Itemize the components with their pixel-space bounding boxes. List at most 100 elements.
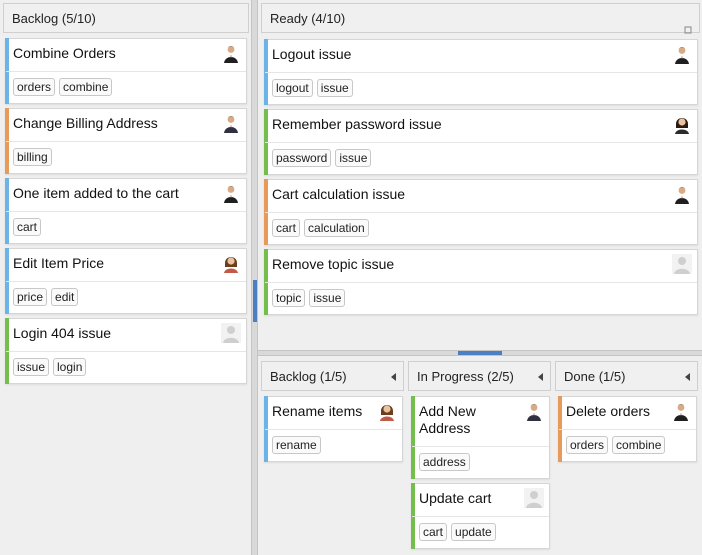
card-tags: cart calculation [272,219,369,237]
card-tags: orders combine [13,78,113,96]
tag[interactable]: issue [335,149,372,167]
card-divider [559,429,696,430]
card-tags: logout issue [272,79,353,97]
splitter-grip[interactable] [253,280,257,322]
card-title-line: Address [419,420,471,436]
splitter-grip[interactable] [458,351,502,355]
card-divider [265,72,697,73]
task-card[interactable]: Change Billing Address billing [5,108,247,174]
card-title: Add New Address [419,403,476,437]
swimlane-column-header[interactable]: In Progress (2/5) [408,361,551,391]
card-title: Rename items [272,403,363,419]
tag[interactable]: cart [13,218,42,236]
card-tags: price edit [13,288,79,306]
task-card[interactable]: Add New Address address [411,396,550,479]
card-divider [265,142,697,143]
tag[interactable]: rename [272,436,321,454]
assignee-avatar[interactable] [524,488,544,508]
task-card[interactable]: Update cart cart update [411,483,550,549]
collapse-left-icon[interactable] [685,373,690,381]
assignee-avatar[interactable] [672,44,692,64]
card-title: Remove topic issue [272,256,395,272]
tag[interactable]: logout [272,79,313,97]
ready-column-header[interactable]: Ready (4/10) [261,3,700,34]
collapse-left-icon[interactable] [391,373,396,381]
tag[interactable]: cart [419,523,448,541]
swimlane-column-header[interactable]: Done (1/5) [555,361,698,391]
assignee-avatar[interactable] [221,43,241,63]
swimlane-column-header[interactable]: Backlog (1/5) [261,361,404,391]
assignee-avatar[interactable] [377,401,397,421]
card-title: Logout issue [272,46,352,62]
task-card[interactable]: Login 404 issue issue login [5,318,247,384]
tag[interactable]: orders [13,78,56,96]
card-divider [6,351,246,352]
tag[interactable]: orders [566,436,609,454]
card-divider [265,429,402,430]
card-tags: password issue [272,149,372,167]
card-tags: address [419,453,470,471]
task-card[interactable]: Delete orders orders combine [558,396,697,462]
tag[interactable]: topic [272,289,306,307]
card-divider [6,71,246,72]
card-title: Edit Item Price [13,255,105,271]
tag[interactable]: address [419,453,470,471]
assignee-avatar[interactable] [524,401,544,421]
assignee-avatar[interactable] [221,253,241,273]
card-title: One item added to the cart [13,185,179,201]
collapse-icon[interactable] [684,15,692,34]
task-card[interactable]: Cart calculation issue cart calculation [264,179,698,245]
tag[interactable]: combine [59,78,113,96]
tag[interactable]: price [13,288,48,306]
card-tags: issue login [13,358,87,376]
card-title: Delete orders [566,403,651,419]
tag[interactable]: issue [316,79,353,97]
backlog-column-title: Backlog (5/10) [12,11,96,26]
assignee-avatar[interactable] [221,323,241,343]
tag[interactable]: calculation [304,219,369,237]
task-card[interactable]: Combine Orders orders combine [5,38,247,104]
card-tags: topic issue [272,289,346,307]
card-divider [265,212,697,213]
assignee-avatar[interactable] [221,113,241,133]
card-divider [6,141,246,142]
card-title: Combine Orders [13,45,116,61]
card-title: Remember password issue [272,116,442,132]
ready-column-title: Ready (4/10) [270,11,346,26]
tag[interactable]: issue [13,358,50,376]
card-tags: orders combine [566,436,666,454]
card-divider [265,282,697,283]
task-card[interactable]: Edit Item Price price edit [5,248,247,314]
task-card[interactable]: Rename items rename [264,396,403,462]
tag[interactable]: update [451,523,496,541]
swimlane-column-title: Backlog (1/5) [270,369,347,384]
swimlane-column-title: In Progress (2/5) [417,369,514,384]
collapse-left-icon[interactable] [538,373,543,381]
tag[interactable]: combine [612,436,666,454]
task-card[interactable]: One item added to the cart cart [5,178,247,244]
assignee-avatar[interactable] [672,114,692,134]
card-title: Update cart [419,490,492,506]
assignee-avatar[interactable] [672,184,692,204]
tag[interactable]: issue [309,289,346,307]
card-tags: cart update [419,523,496,541]
task-card[interactable]: Remember password issue password issue [264,109,698,175]
card-divider [412,516,549,517]
task-card[interactable]: Remove topic issue topic issue [264,249,698,315]
card-title-line: Add New [419,403,476,419]
tag[interactable]: billing [13,148,52,166]
assignee-avatar[interactable] [671,401,691,421]
card-title: Cart calculation issue [272,186,406,202]
assignee-avatar[interactable] [221,183,241,203]
tag[interactable]: cart [272,219,301,237]
backlog-column-header[interactable]: Backlog (5/10) [3,3,249,33]
tag[interactable]: edit [51,288,79,306]
card-tags: cart [13,218,42,236]
tag[interactable]: password [272,149,332,167]
horizontal-splitter[interactable] [258,350,702,356]
vertical-splitter[interactable] [251,0,258,555]
tag[interactable]: login [53,358,87,376]
card-tags: billing [13,148,52,166]
assignee-avatar[interactable] [672,254,692,274]
task-card[interactable]: Logout issue logout issue [264,39,698,105]
